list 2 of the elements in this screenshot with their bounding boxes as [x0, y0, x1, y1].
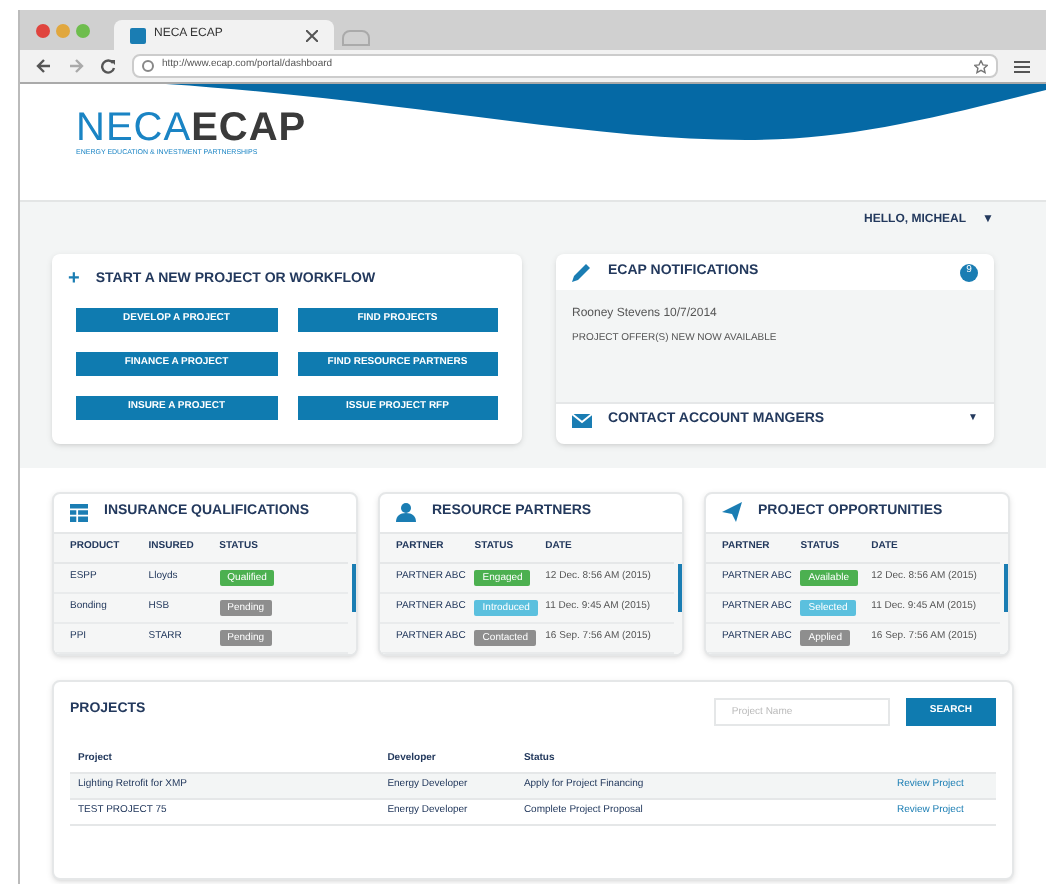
logo: NECAECAP — [76, 108, 307, 148]
plus-icon: + — [68, 270, 80, 291]
